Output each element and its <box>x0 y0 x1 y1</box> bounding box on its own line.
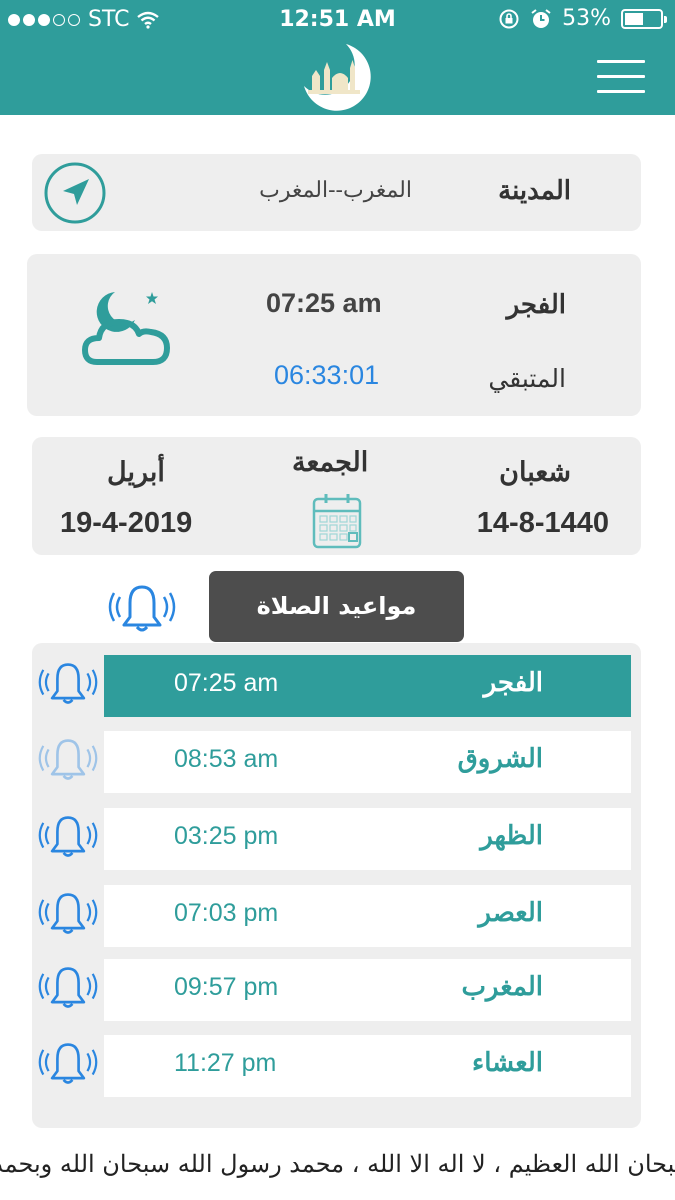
status-right: 53% <box>498 6 667 31</box>
hijri-date: 14-8-1440 <box>476 507 609 539</box>
city-label: المدينة <box>498 176 571 206</box>
prayer-time: 03:25 pm <box>174 822 279 850</box>
prayer-time: 11:27 pm <box>174 1049 277 1077</box>
prayer-row[interactable]: العشاء 11:27 pm <box>104 1035 631 1097</box>
app-header <box>0 38 675 115</box>
prayer-name: الظهر <box>480 821 543 851</box>
hijri-month: شعبان <box>499 457 571 488</box>
prayer-row[interactable]: المغرب 09:57 pm <box>104 959 631 1021</box>
prayer-times-tab[interactable]: مواعيد الصلاة <box>209 571 464 642</box>
prayer-name: الشروق <box>457 744 543 774</box>
next-prayer-time: 07:25 am <box>266 288 382 318</box>
countdown-timer: 06:33:01 <box>274 360 380 390</box>
battery-percent: 53% <box>562 6 611 31</box>
gregorian-date: 19-4-2019 <box>60 507 193 539</box>
bell-ringing-icon[interactable] <box>108 583 176 635</box>
prayer-alert-bell-icon[interactable] <box>38 890 98 938</box>
prayer-times-list: الفجر 07:25 am الشروق 08:53 am الظهر 03:25 pm… <box>32 643 641 1128</box>
prayer-name: المغرب <box>461 972 543 1002</box>
gregorian-month: أبريل <box>107 457 165 488</box>
prayer-time: 07:25 am <box>174 669 279 697</box>
status-bar: STC 12:51 AM 53% <box>0 0 675 38</box>
prayer-row[interactable]: الفجر 07:25 am <box>104 655 631 717</box>
next-prayer-card: الفجر 07:25 am المتبقي 06:33:01 <box>27 254 641 416</box>
hamburger-menu-icon[interactable] <box>597 60 645 93</box>
remaining-label: المتبقي <box>488 364 566 393</box>
night-cloud-icon <box>82 292 170 365</box>
prayer-alert-bell-icon[interactable] <box>38 813 98 861</box>
alarm-icon <box>531 8 551 28</box>
prayer-row[interactable]: الشروق 08:53 am <box>104 731 631 793</box>
prayer-time: 09:57 pm <box>174 973 279 1001</box>
prayer-alert-bell-icon[interactable] <box>38 1040 98 1088</box>
prayer-row[interactable]: العصر 07:03 pm <box>104 885 631 947</box>
dhikr-text: سبحان الله العظيم ، لا اله الا الله ، مح… <box>0 1150 675 1178</box>
location-arrow-icon[interactable] <box>43 161 107 225</box>
weekday: الجمعة <box>292 447 369 478</box>
prayer-name: الفجر <box>483 668 543 698</box>
prayer-name: العصر <box>478 898 543 928</box>
prayer-row[interactable]: الظهر 03:25 pm <box>104 808 631 870</box>
battery-icon <box>621 8 667 29</box>
prayer-alert-bell-icon[interactable] <box>38 736 98 784</box>
prayer-time: 08:53 am <box>174 745 279 773</box>
calendar-icon[interactable] <box>312 493 362 549</box>
date-card: شعبان 14-8-1440 الجمعة أبريل 19-4-2019 <box>32 437 641 555</box>
prayer-alert-bell-icon[interactable] <box>38 964 98 1012</box>
city-value: المغرب--المغرب <box>259 178 412 203</box>
dhikr-ticker: سبحان الله العظيم ، لا اله الا الله ، مح… <box>0 1140 675 1190</box>
city-card: المدينة المغرب--المغرب <box>32 154 641 231</box>
prayer-time: 07:03 pm <box>174 899 279 927</box>
prayer-alert-bell-icon[interactable] <box>38 660 98 708</box>
next-prayer-name: الفجر <box>506 290 566 320</box>
crescent-mosque-logo <box>304 44 371 111</box>
prayer-name: العشاء <box>471 1048 543 1078</box>
rotation-lock-icon <box>499 9 519 28</box>
